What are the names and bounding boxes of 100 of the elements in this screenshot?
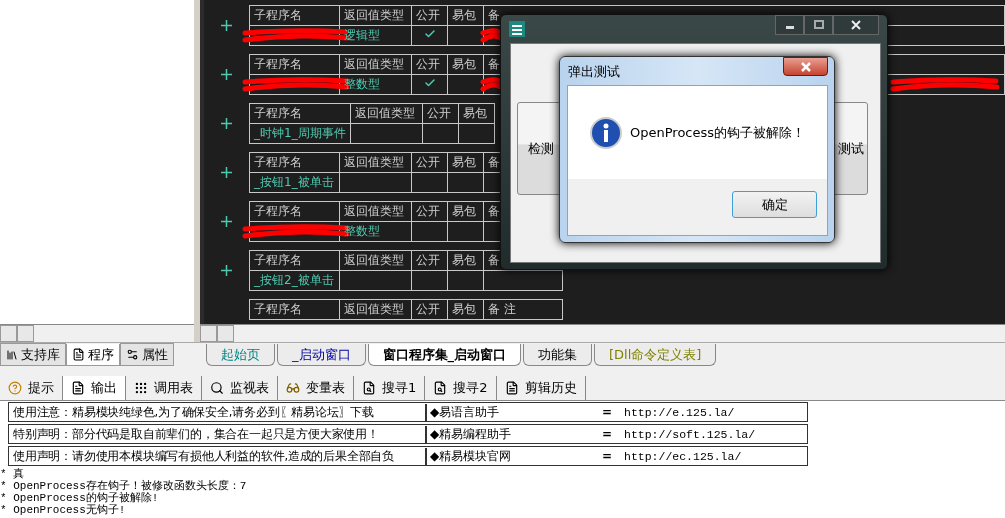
plus-icon[interactable] bbox=[221, 69, 232, 80]
site-label: ◆精易模块官网 bbox=[425, 447, 602, 465]
column-header: 返回值类型 bbox=[339, 250, 412, 271]
sidebar-tab[interactable]: 支持库 bbox=[0, 343, 66, 366]
editor-tab[interactable]: 起始页 bbox=[206, 344, 275, 366]
sidebar-tab[interactable]: 程序 bbox=[66, 344, 120, 366]
log-line: * OpenProcess存在钩子！被修改函数头长度：7 bbox=[0, 480, 248, 492]
panel-tab[interactable]: 搜寻1 bbox=[354, 376, 426, 400]
maximize-icon bbox=[813, 20, 824, 30]
editor-tab[interactable]: 功能集 bbox=[523, 344, 592, 366]
panel-tab[interactable]: 变量表 bbox=[278, 376, 354, 400]
editor-tab[interactable]: 窗口程序集_启动窗口 bbox=[367, 344, 521, 366]
table-cell bbox=[458, 123, 495, 144]
panel-tab[interactable]: 调用表 bbox=[126, 376, 202, 400]
column-header: 公开 bbox=[411, 152, 448, 173]
column-header: 子程序名 bbox=[249, 201, 340, 222]
column-header: 易包 bbox=[447, 250, 484, 271]
dots-icon bbox=[134, 381, 148, 395]
sliders-icon bbox=[126, 348, 139, 361]
site-url[interactable]: http://e.125.la/ bbox=[624, 405, 735, 419]
column-header: 易包 bbox=[458, 103, 495, 124]
plus-icon[interactable] bbox=[221, 20, 232, 31]
log-line: * 真 bbox=[0, 468, 26, 480]
tab-label: 程序 bbox=[88, 345, 114, 364]
column-header: 子程序名 bbox=[249, 250, 340, 271]
column-header: 返回值类型 bbox=[339, 5, 412, 26]
column-header: 公开 bbox=[411, 54, 448, 75]
close-icon bbox=[851, 20, 861, 30]
site-label: ◆易语言助手 bbox=[425, 403, 602, 421]
tab-label: 输出 bbox=[91, 379, 117, 397]
log-line: * OpenProcess的钩子被解除! bbox=[0, 492, 160, 504]
info-icon bbox=[590, 116, 622, 149]
plus-icon[interactable] bbox=[221, 118, 232, 129]
column-header: 易包 bbox=[447, 201, 484, 222]
tab-label: 搜寻2 bbox=[453, 379, 488, 397]
column-header: 公开 bbox=[411, 201, 448, 222]
column-header: 返回值类型 bbox=[339, 152, 412, 173]
check-icon bbox=[423, 77, 436, 89]
notice-text: 使用声明：请勿使用本模块编写有损他人利益的软件,造成的后果全部自负 bbox=[12, 448, 396, 464]
close-button[interactable] bbox=[833, 15, 879, 35]
notice-text: 特别声明：部分代码是取自前辈们的，集合在一起只是方便大家使用！ bbox=[12, 426, 380, 442]
plus-icon[interactable] bbox=[221, 265, 232, 276]
log-line: * OpenProcess无钩子! bbox=[0, 504, 127, 516]
tab-label: 变量表 bbox=[306, 379, 345, 397]
tab-label: 属性 bbox=[142, 345, 168, 364]
document-icon bbox=[504, 381, 519, 395]
table-cell bbox=[447, 270, 484, 291]
site-url[interactable]: http://ec.125.la/ bbox=[624, 449, 742, 463]
column-header: 返回值类型 bbox=[339, 201, 412, 222]
sidebar-tab[interactable]: 属性 bbox=[120, 343, 174, 366]
close-button[interactable] bbox=[783, 57, 828, 76]
site-url[interactable]: http://soft.125.la/ bbox=[624, 427, 756, 441]
tab-label: 支持库 bbox=[21, 345, 60, 364]
ok-button[interactable]: 确定 bbox=[732, 191, 817, 218]
column-header: 易包 bbox=[447, 299, 484, 320]
column-header: 公开 bbox=[411, 250, 448, 271]
panel-tab[interactable]: 剪辑历史 bbox=[496, 376, 586, 400]
maximize-button[interactable] bbox=[804, 15, 833, 35]
panel-tab[interactable]: 输出 bbox=[63, 376, 126, 400]
close-icon bbox=[799, 61, 812, 72]
column-header: 子程序名 bbox=[249, 299, 340, 320]
editor-tab[interactable]: _启动窗口 bbox=[277, 344, 366, 366]
column-header: 公开 bbox=[422, 103, 459, 124]
search-icon bbox=[210, 381, 224, 395]
column-header: 易包 bbox=[447, 54, 484, 75]
column-header: 公开 bbox=[411, 299, 448, 320]
column-header: 返回值类型 bbox=[339, 54, 412, 75]
document-icon bbox=[71, 381, 85, 395]
column-header: 公开 bbox=[411, 5, 448, 26]
column-header: 子程序名 bbox=[249, 152, 340, 173]
tab-label: 监视表 bbox=[230, 379, 269, 397]
plus-icon[interactable] bbox=[221, 216, 232, 227]
equals-sign: = bbox=[602, 405, 614, 419]
tab-label: 调用表 bbox=[154, 379, 193, 397]
column-header: 返回值类型 bbox=[339, 299, 412, 320]
site-label: ◆精易编程助手 bbox=[425, 425, 602, 443]
column-header: 子程序名 bbox=[249, 103, 351, 124]
equals-sign: = bbox=[602, 427, 614, 441]
question-icon bbox=[8, 381, 22, 395]
panel-tab[interactable]: 监视表 bbox=[202, 376, 278, 400]
table-cell: _按钮2_被单击 bbox=[249, 270, 340, 291]
app-logo-icon bbox=[509, 21, 525, 37]
file-search-icon bbox=[433, 381, 448, 395]
check-icon bbox=[423, 28, 436, 40]
equals-sign: = bbox=[602, 449, 614, 463]
column-header: 易包 bbox=[447, 5, 484, 26]
document-icon bbox=[72, 348, 85, 361]
column-header: 返回值类型 bbox=[350, 103, 423, 124]
books-icon bbox=[6, 348, 18, 361]
column-header: 易包 bbox=[447, 152, 484, 173]
editor-tab[interactable]: [Dll命令定义表] bbox=[594, 344, 717, 366]
table-cell: _时钟1_周期事件 bbox=[249, 123, 351, 144]
plus-icon[interactable] bbox=[221, 167, 232, 178]
column-header: 备 注 bbox=[483, 299, 563, 320]
tab-label: 剪辑历史 bbox=[524, 379, 577, 397]
dialog-message: OpenProcess的钩子被解除！ bbox=[630, 123, 806, 142]
minimize-button[interactable] bbox=[775, 15, 804, 35]
notice-text: 使用注意：精易模块纯绿色,为了确保安全,请务必到〖精易论坛〗下载 bbox=[12, 404, 375, 420]
panel-tab[interactable]: 搜寻2 bbox=[425, 376, 497, 400]
column-header: 子程序名 bbox=[249, 54, 340, 75]
